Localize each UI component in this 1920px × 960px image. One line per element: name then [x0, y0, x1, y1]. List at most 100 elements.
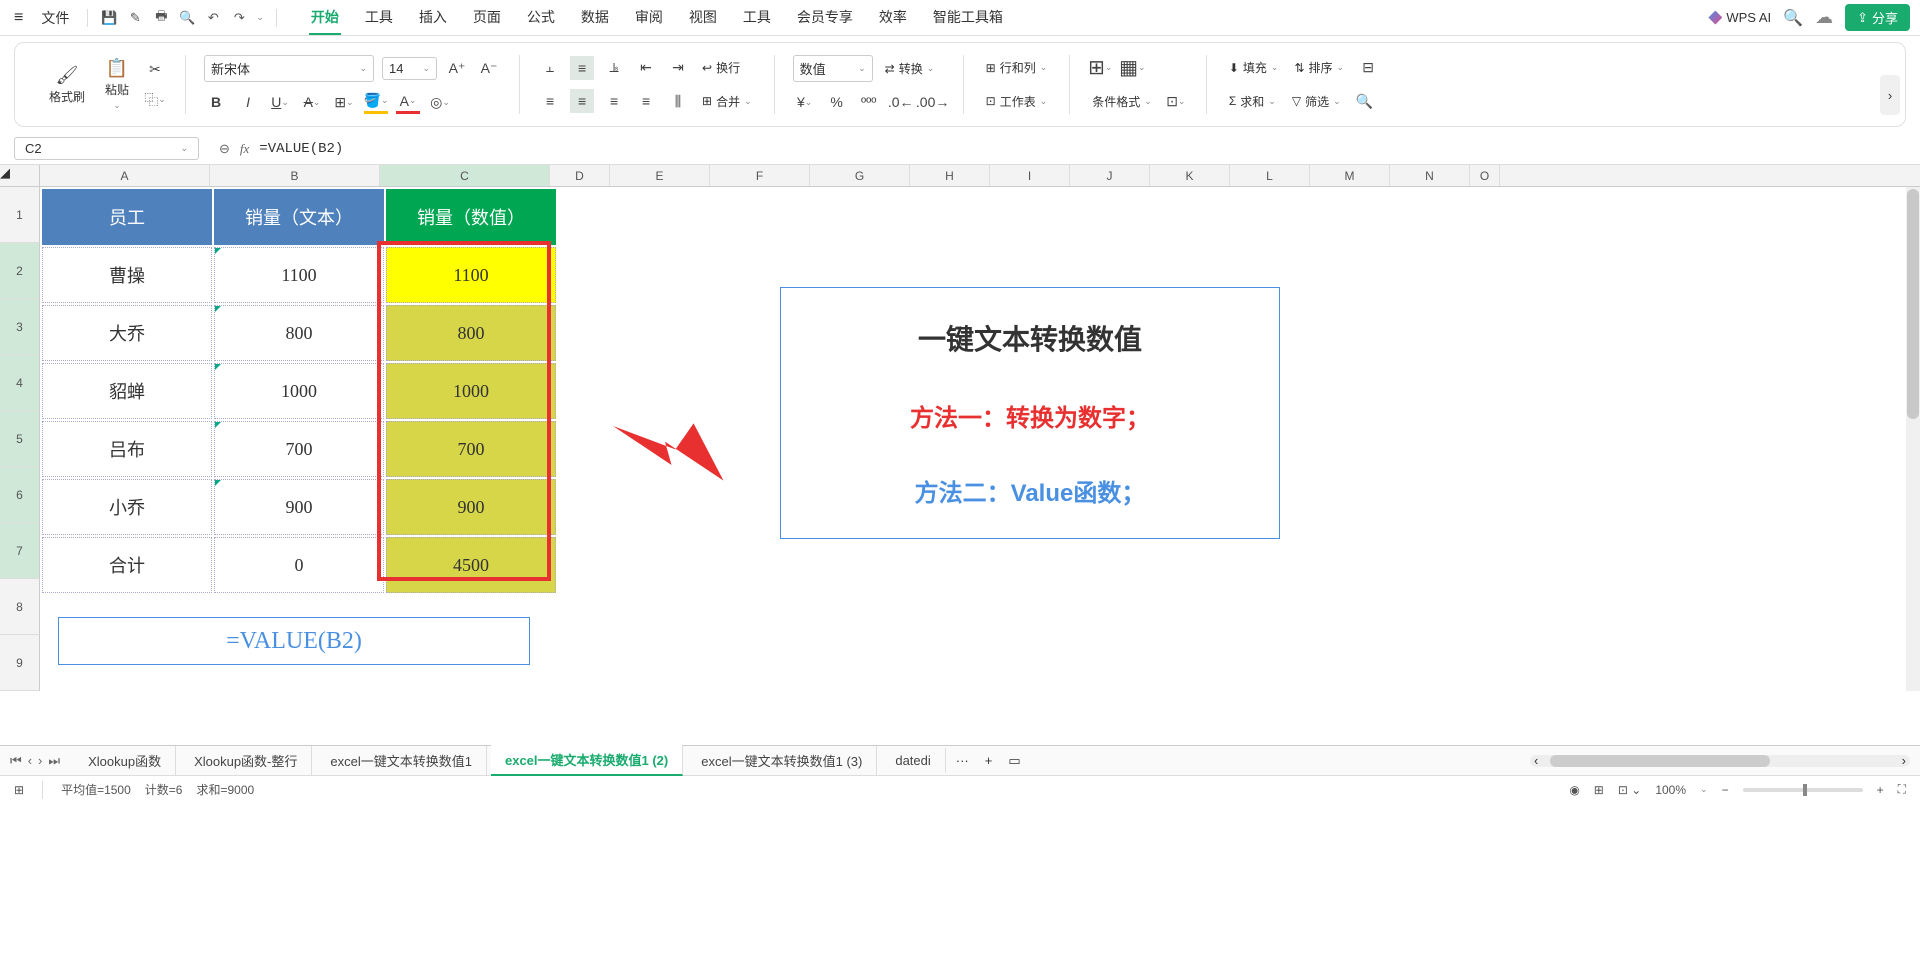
new-icon[interactable]: ✎	[126, 9, 144, 27]
convert-button[interactable]: ⇄转换⌄	[881, 58, 939, 79]
menu-icon[interactable]: ≡	[10, 9, 27, 27]
sheet-first-icon[interactable]: ⏮	[10, 753, 22, 769]
cell-A3[interactable]: 大乔	[42, 305, 212, 361]
worksheet-button[interactable]: ⊡工作表⌄	[982, 91, 1052, 112]
horizontal-scrollbar[interactable]: ‹ ›	[1530, 755, 1910, 767]
cell-B4[interactable]: 1000	[214, 363, 384, 419]
cells-area[interactable]: 员工 销量（文本） 销量（数值） 曹操 1100 1100 大乔 800 800…	[40, 187, 1920, 691]
cell-C2[interactable]: 1100	[386, 247, 556, 303]
cell-A4[interactable]: 貂蝉	[42, 363, 212, 419]
cell-C6[interactable]: 900	[386, 479, 556, 535]
col-header-N[interactable]: N	[1390, 165, 1470, 186]
formula-input[interactable]: =VALUE(B2)	[249, 138, 1906, 160]
cell-C4[interactable]: 1000	[386, 363, 556, 419]
zoom-value[interactable]: 100%	[1655, 783, 1686, 797]
underline-button[interactable]: U⌄	[268, 90, 292, 114]
file-menu[interactable]: 文件	[35, 8, 75, 28]
sheet-tab[interactable]: Xlookup函数	[74, 746, 176, 775]
sheet-last-icon[interactable]: ⏭	[48, 753, 60, 769]
col-header-G[interactable]: G	[810, 165, 910, 186]
cell-B3[interactable]: 800	[214, 305, 384, 361]
borders-icon[interactable]: ⊡⌄	[1164, 89, 1188, 113]
col-header-F[interactable]: F	[710, 165, 810, 186]
cell-A7[interactable]: 合计	[42, 537, 212, 593]
italic-button[interactable]: I	[236, 90, 260, 114]
sheet-add-icon[interactable]: +	[979, 753, 999, 768]
currency-icon[interactable]: ¥⌄	[793, 90, 817, 114]
select-all-corner[interactable]: ◢	[0, 165, 40, 186]
hscroll-right-icon[interactable]: ›	[1902, 753, 1906, 768]
cut-icon[interactable]: ✂	[143, 58, 167, 82]
indent-decrease-icon[interactable]: ⇤	[634, 56, 658, 80]
eye-icon[interactable]: ◉	[1569, 783, 1579, 797]
name-box[interactable]: C2⌄	[14, 137, 199, 160]
fullscreen-icon[interactable]: ⛶	[1898, 782, 1906, 797]
mode-icon[interactable]: ⊞	[14, 783, 24, 797]
hscroll-left-icon[interactable]: ‹	[1534, 753, 1538, 768]
sheet-tab-active[interactable]: excel一键文本转换数值1 (2)	[491, 745, 683, 776]
filter-button[interactable]: ▽筛选⌄	[1288, 91, 1345, 112]
vertical-scrollbar[interactable]	[1906, 187, 1920, 691]
cell-C7[interactable]: 4500	[386, 537, 556, 593]
cell-B5[interactable]: 700	[214, 421, 384, 477]
tab-member[interactable]: 会员专享	[795, 1, 855, 35]
increase-font-icon[interactable]: A⁺	[445, 57, 469, 81]
col-header-D[interactable]: D	[550, 165, 610, 186]
share-button[interactable]: ⇪ 分享	[1845, 4, 1910, 31]
align-right-icon[interactable]: ≡	[602, 89, 626, 113]
header-sales-value[interactable]: 销量（数值）	[386, 189, 556, 245]
fill-button[interactable]: ⬇填充⌄	[1225, 57, 1283, 78]
zoom-out-icon[interactable]: −	[1722, 783, 1729, 797]
tab-formula[interactable]: 公式	[525, 1, 557, 35]
percent-icon[interactable]: %	[825, 90, 849, 114]
col-header-H[interactable]: H	[910, 165, 990, 186]
sheet-more-icon[interactable]: ···	[950, 753, 975, 768]
header-employee[interactable]: 员工	[42, 189, 212, 245]
tab-tools[interactable]: 工具	[363, 1, 395, 35]
tab-view[interactable]: 视图	[687, 1, 719, 35]
merge-button[interactable]: ⊞合并⌄	[698, 91, 756, 112]
row-header-4[interactable]: 4	[0, 355, 40, 411]
find-icon[interactable]: 🔍	[1353, 89, 1377, 113]
col-header-E[interactable]: E	[610, 165, 710, 186]
table-style-icon[interactable]: ⊞⌄	[1088, 56, 1112, 80]
col-header-O[interactable]: O	[1470, 165, 1500, 186]
row-header-3[interactable]: 3	[0, 299, 40, 355]
print-icon[interactable]: 🖶	[152, 9, 170, 27]
layout-icon[interactable]: ⊞	[1594, 783, 1604, 797]
row-header-8[interactable]: 8	[0, 579, 40, 635]
tab-tools2[interactable]: 工具	[741, 1, 773, 35]
sheet-tab[interactable]: Xlookup函数-整行	[180, 746, 312, 775]
cell-C5[interactable]: 700	[386, 421, 556, 477]
indent-increase-icon[interactable]: ⇥	[666, 56, 690, 80]
sum-button[interactable]: Σ求和⌄	[1225, 91, 1280, 112]
row-header-5[interactable]: 5	[0, 411, 40, 467]
tab-page[interactable]: 页面	[471, 1, 503, 35]
border-button[interactable]: ⊞⌄	[332, 90, 356, 114]
tab-insert[interactable]: 插入	[417, 1, 449, 35]
view-dropdown[interactable]: ⊡ ⌄	[1618, 783, 1641, 797]
number-format-select[interactable]: 数值⌄	[793, 55, 873, 82]
sort-button[interactable]: ⇅排序⌄	[1290, 57, 1348, 78]
col-header-C[interactable]: C	[380, 165, 550, 186]
row-header-7[interactable]: 7	[0, 523, 40, 579]
increase-decimal-icon[interactable]: .00→	[921, 90, 945, 114]
sheet-tab[interactable]: excel一键文本转换数值1 (3)	[687, 746, 877, 775]
col-header-J[interactable]: J	[1070, 165, 1150, 186]
search-icon[interactable]: 🔍	[1783, 8, 1803, 28]
format-painter-button[interactable]: 🖌格式刷	[43, 63, 91, 107]
font-size-select[interactable]: 14⌄	[382, 57, 437, 80]
cell-A6[interactable]: 小乔	[42, 479, 212, 535]
paste-button[interactable]: 📋粘贴⌄	[99, 56, 135, 113]
font-name-select[interactable]: 新宋体⌄	[204, 55, 374, 82]
row-header-9[interactable]: 9	[0, 635, 40, 691]
phonetic-button[interactable]: ◎⌄	[428, 90, 452, 114]
preview-icon[interactable]: 🔍	[178, 9, 196, 27]
cell-A2[interactable]: 曹操	[42, 247, 212, 303]
vscroll-thumb[interactable]	[1907, 189, 1919, 419]
sheet-prev-icon[interactable]: ‹	[28, 753, 32, 769]
row-col-button[interactable]: ⊞行和列⌄	[982, 57, 1052, 78]
row-header-1[interactable]: 1	[0, 187, 40, 243]
row-header-6[interactable]: 6	[0, 467, 40, 523]
zoom-in-icon[interactable]: +	[1877, 783, 1884, 797]
